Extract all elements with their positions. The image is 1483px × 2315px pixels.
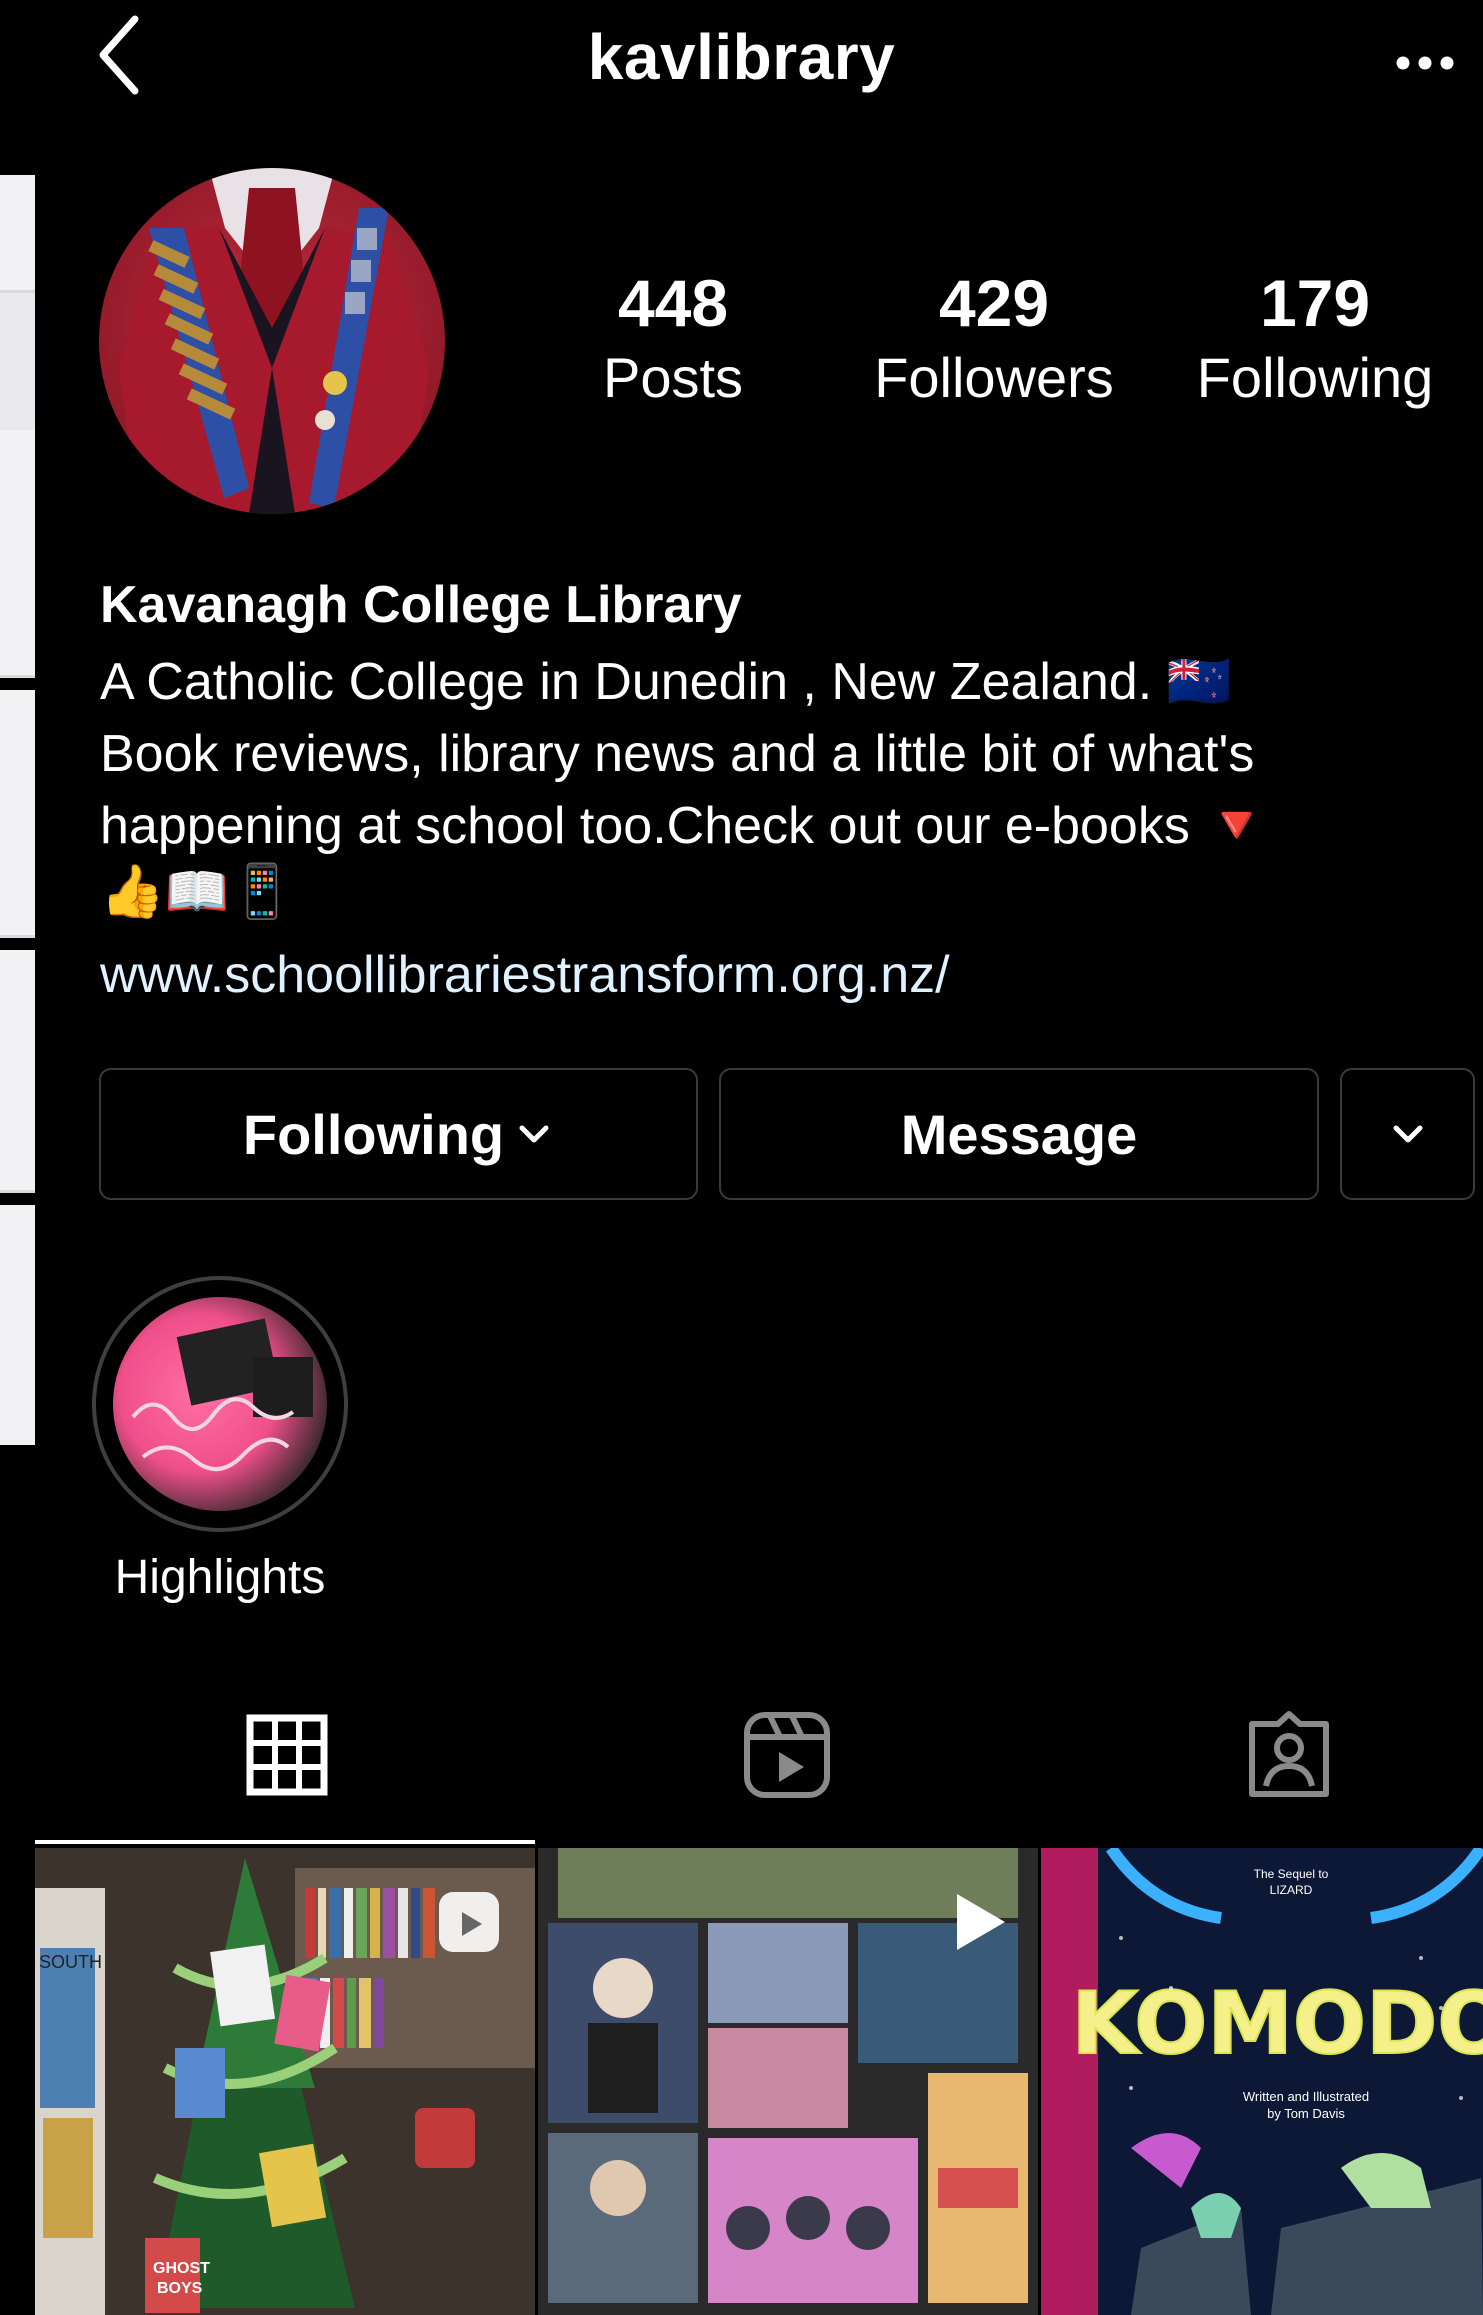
tab-tagged[interactable] (1244, 1710, 1334, 1800)
followers-count-label: Followers (874, 346, 1114, 409)
background-divider (0, 1190, 35, 1193)
background-panel (0, 1205, 35, 1445)
grid-icon (246, 1714, 328, 1796)
svg-text:LIZARD: LIZARD (1270, 1883, 1313, 1897)
svg-text:BOYS: BOYS (157, 2280, 203, 2297)
svg-text:Written and Illustrated: Written and Illustrated (1243, 2089, 1369, 2104)
following-count[interactable]: 179 Following (1185, 270, 1445, 406)
bio-line: A Catholic College in Dunedin , New Zeal… (100, 653, 1232, 711)
svg-text:GHOST: GHOST (153, 2260, 210, 2277)
profile-avatar[interactable] (99, 168, 445, 514)
followers-count-value: 429 (938, 266, 1050, 340)
post-image-komodo-book: The Sequel to LIZARD KOMODO Written and … (1041, 1848, 1483, 2315)
post-tile[interactable]: The Sequel to LIZARD KOMODO Written and … (1041, 1848, 1483, 2315)
background-panel (0, 690, 35, 935)
following-count-label: Following (1196, 346, 1434, 409)
svg-text:SOUTH: SOUTH (39, 1952, 102, 1972)
background-panel (0, 175, 35, 290)
avatar-image (119, 168, 429, 514)
more-horizontal-icon (1396, 56, 1454, 70)
profile-website-link[interactable]: www.schoollibrariestransform.org.nz/ (100, 945, 950, 1005)
post-tile[interactable]: SOUTH GHOST BOYS (35, 1848, 535, 2315)
highlight-cover-image (131, 1318, 313, 1471)
bio-line: happening at school too.Check out our e-… (100, 797, 1270, 855)
posts-count-label: Posts (602, 346, 744, 409)
followers-count[interactable]: 429 Followers (864, 270, 1124, 406)
highlight-cover[interactable] (113, 1297, 327, 1511)
play-icon (957, 1894, 1005, 1950)
profile-username: kavlibrary (587, 21, 896, 93)
chevron-down-icon (1393, 1125, 1422, 1143)
posts-count-value: 448 (617, 266, 729, 340)
profile-full-name: Kavanagh College Library (100, 576, 742, 634)
message-button-label: Message (900, 1102, 1138, 1166)
svg-text:KOMODO: KOMODO (1071, 1974, 1483, 2074)
following-button[interactable]: Following (99, 1068, 698, 1200)
highlight-label: Highlights (114, 1551, 326, 1604)
background-panel (0, 293, 35, 430)
message-button[interactable]: Message (719, 1068, 1319, 1200)
tab-posts[interactable] (242, 1710, 332, 1800)
following-button-label: Following (242, 1102, 505, 1166)
svg-text:by Tom Davis: by Tom Davis (1267, 2106, 1345, 2121)
svg-text:The Sequel to: The Sequel to (1254, 1867, 1329, 1881)
background-window-strip (0, 0, 35, 2315)
active-tab-indicator (35, 1840, 535, 1844)
background-panel (0, 950, 35, 1190)
tagged-person-icon (1249, 1711, 1329, 1797)
following-count-value: 179 (1259, 266, 1371, 340)
reels-icon (744, 1712, 830, 1798)
reels-icon (439, 1892, 499, 1952)
background-divider (0, 935, 35, 938)
background-panel (0, 430, 35, 675)
posts-count[interactable]: 448 Posts (543, 270, 803, 406)
bio-line: 👍📖📱 (100, 863, 295, 921)
post-tile[interactable] (538, 1848, 1038, 2315)
tab-reels[interactable] (742, 1710, 832, 1800)
bio-line: Book reviews, library news and a little … (100, 725, 1255, 783)
chevron-down-icon (519, 1125, 549, 1143)
more-options-button[interactable] (1395, 38, 1455, 88)
suggested-accounts-button[interactable] (1340, 1068, 1475, 1200)
background-divider (0, 675, 35, 678)
